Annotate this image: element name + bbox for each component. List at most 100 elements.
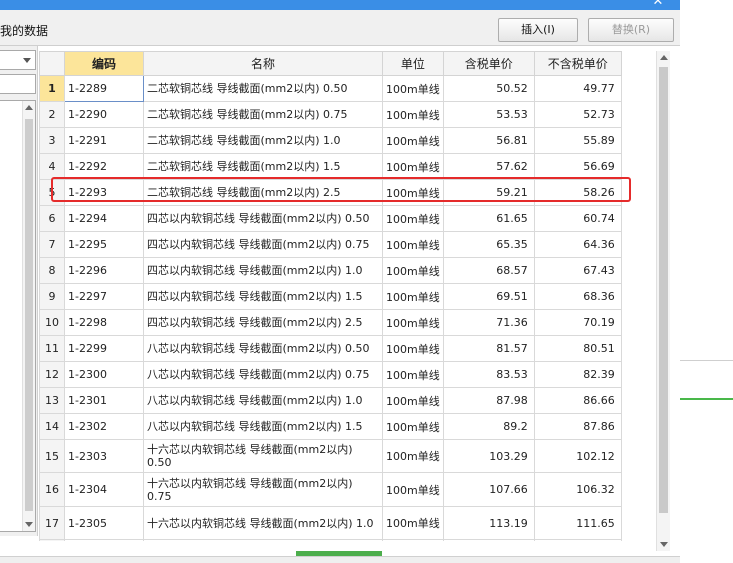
filter-input[interactable] — [0, 74, 36, 94]
table-row[interactable]: 十六芯以内软铜芯线 导线截面(mm2以内) — [39, 539, 622, 541]
notax-price-cell: 86.66 — [533, 387, 622, 414]
header-unit[interactable]: 单位 — [382, 51, 444, 76]
name-cell: 二芯软铜芯线 导线截面(mm2以内) 2.5 — [143, 179, 383, 206]
notax-price-cell: 58.26 — [533, 179, 622, 206]
bottom-bar — [0, 556, 680, 563]
table-row[interactable]: 7 1-2295 四芯以内软铜芯线 导线截面(mm2以内) 0.75 100m单线 65… — [39, 231, 622, 258]
table-row[interactable]: 11 1-2299 八芯以内软铜芯线 导线截面(mm2以内) 0.50 100m单线 8… — [39, 335, 622, 362]
tax-price-cell: 53.53 — [442, 101, 535, 128]
row-number: 15 — [39, 439, 65, 473]
table-row[interactable]: 4 1-2292 二芯软铜芯线 导线截面(mm2以内) 1.5 100m单线 57.62… — [39, 153, 622, 180]
name-cell: 八芯以内软铜芯线 导线截面(mm2以内) 0.75 — [143, 361, 383, 388]
row-number: 3 — [39, 127, 65, 154]
insert-button[interactable]: 插入(I) — [498, 18, 578, 42]
table-row[interactable]: 5 1-2293 二芯软铜芯线 导线截面(mm2以内) 2.5 100m单线 59.21… — [39, 179, 622, 206]
row-number: 7 — [39, 231, 65, 258]
unit-cell: 100m单线 — [382, 439, 444, 473]
left-scrollbar[interactable] — [22, 101, 35, 531]
title-bar — [0, 0, 680, 10]
tax-price-cell: 59.21 — [442, 179, 535, 206]
table-row[interactable]: 8 1-2296 四芯以内软铜芯线 导线截面(mm2以内) 1.0 100m单线 68.… — [39, 257, 622, 284]
notax-price-cell: 87.86 — [533, 413, 622, 440]
code-cell: 1-2293 — [64, 179, 144, 206]
code-cell: 1-2304 — [64, 472, 144, 507]
replace-button[interactable]: 替换(R) — [588, 18, 674, 42]
grid-scrollbar[interactable] — [656, 51, 670, 551]
notax-price-cell: 52.73 — [533, 101, 622, 128]
table-row[interactable]: 12 1-2300 八芯以内软铜芯线 导线截面(mm2以内) 0.75 100m单线 8… — [39, 361, 622, 388]
table-row[interactable]: 16 1-2304 十六芯以内软铜芯线 导线截面(mm2以内) 0.75 100m单线… — [39, 472, 622, 507]
name-cell: 四芯以内软铜芯线 导线截面(mm2以内) 2.5 — [143, 309, 383, 336]
code-cell: 1-2296 — [64, 257, 144, 284]
code-cell: 1-2294 — [64, 205, 144, 232]
scroll-thumb[interactable] — [25, 119, 33, 511]
row-number: 12 — [39, 361, 65, 388]
code-cell: 1-2298 — [64, 309, 144, 336]
scroll-down-icon[interactable] — [660, 542, 668, 547]
name-cell: 四芯以内软铜芯线 导线截面(mm2以内) 0.75 — [143, 231, 383, 258]
category-tree[interactable] — [0, 100, 36, 532]
row-number: 14 — [39, 413, 65, 440]
table-row[interactable]: 2 1-2290 二芯软铜芯线 导线截面(mm2以内) 0.75 100m单线 53.5… — [39, 101, 622, 128]
tax-price-cell: 81.57 — [442, 335, 535, 362]
code-cell: 1-2302 — [64, 413, 144, 440]
unit-cell: 100m单线 — [382, 257, 444, 284]
header-row-number — [39, 51, 65, 76]
row-number: 17 — [39, 506, 65, 540]
scroll-down-icon[interactable] — [25, 522, 33, 527]
background-accent-line — [680, 398, 733, 400]
toolbar-title: 我的数据 — [0, 24, 49, 38]
header-tax-price[interactable]: 含税单价 — [442, 51, 535, 76]
table-row[interactable]: 13 1-2301 八芯以内软铜芯线 导线截面(mm2以内) 1.0 100m单线 87… — [39, 387, 622, 414]
name-cell: 十六芯以内软铜芯线 导线截面(mm2以内) 1.0 — [143, 506, 383, 540]
table-row[interactable]: 6 1-2294 四芯以内软铜芯线 导线截面(mm2以内) 0.50 100m单线 61… — [39, 205, 622, 232]
tax-price-cell: 56.81 — [442, 127, 535, 154]
table-row[interactable]: 14 1-2302 八芯以内软铜芯线 导线截面(mm2以内) 1.5 100m单线 89… — [39, 413, 622, 440]
code-cell — [64, 539, 144, 541]
tax-price-cell: 61.65 — [442, 205, 535, 232]
table-row[interactable]: 15 1-2303 十六芯以内软铜芯线 导线截面(mm2以内) 0.50 100m单线… — [39, 439, 622, 473]
header-notax-price[interactable]: 不含税单价 — [533, 51, 622, 76]
name-cell: 二芯软铜芯线 导线截面(mm2以内) 1.0 — [143, 127, 383, 154]
table-row[interactable]: 9 1-2297 四芯以内软铜芯线 导线截面(mm2以内) 1.5 100m单线 69.… — [39, 283, 622, 310]
table-row[interactable]: 17 1-2305 十六芯以内软铜芯线 导线截面(mm2以内) 1.0 100m单线 1… — [39, 506, 622, 540]
code-cell: 1-2305 — [64, 506, 144, 540]
name-cell: 十六芯以内软铜芯线 导线截面(mm2以内) — [143, 539, 383, 541]
background-divider — [680, 360, 733, 361]
name-cell: 四芯以内软铜芯线 导线截面(mm2以内) 0.50 — [143, 205, 383, 232]
unit-cell: 100m单线 — [382, 101, 444, 128]
notax-price-cell: 67.43 — [533, 257, 622, 284]
table-row[interactable]: 10 1-2298 四芯以内软铜芯线 导线截面(mm2以内) 2.5 100m单线 71… — [39, 309, 622, 336]
name-cell: 二芯软铜芯线 导线截面(mm2以内) 1.5 — [143, 153, 383, 180]
code-cell: 1-2291 — [64, 127, 144, 154]
scroll-up-icon[interactable] — [25, 105, 33, 110]
table-row[interactable]: 3 1-2291 二芯软铜芯线 导线截面(mm2以内) 1.0 100m单线 56.81… — [39, 127, 622, 154]
close-icon[interactable]: ✕ — [648, 0, 668, 10]
tax-price-cell: 113.19 — [442, 506, 535, 540]
name-cell: 八芯以内软铜芯线 导线截面(mm2以内) 1.5 — [143, 413, 383, 440]
tax-price-cell: 50.52 — [442, 75, 535, 102]
header-code[interactable]: 编码 — [64, 51, 144, 76]
unit-cell: 100m单线 — [382, 413, 444, 440]
tax-price-cell: 65.35 — [442, 231, 535, 258]
unit-cell: 100m单线 — [382, 335, 444, 362]
code-cell: 1-2303 — [64, 439, 144, 473]
row-number: 13 — [39, 387, 65, 414]
unit-cell: 100m单线 — [382, 231, 444, 258]
table-row[interactable]: 1 1-2289 二芯软铜芯线 导线截面(mm2以内) 0.50 100m单线 50.5… — [39, 75, 622, 102]
code-cell: 1-2301 — [64, 387, 144, 414]
notax-price-cell: 70.19 — [533, 309, 622, 336]
tax-price-cell: 89.2 — [442, 413, 535, 440]
notax-price-cell: 60.74 — [533, 205, 622, 232]
unit-cell: 100m单线 — [382, 361, 444, 388]
unit-cell: 100m单线 — [382, 205, 444, 232]
price-grid: 编码 名称 单位 含税单价 不含税单价 1 1-2289 二芯软铜芯线 导线截面(m… — [39, 51, 679, 541]
tax-price-cell: 83.53 — [442, 361, 535, 388]
notax-price-cell — [533, 539, 622, 541]
header-name[interactable]: 名称 — [143, 51, 383, 76]
notax-price-cell: 68.36 — [533, 283, 622, 310]
row-number: 4 — [39, 153, 65, 180]
scroll-thumb[interactable] — [659, 67, 668, 513]
scroll-up-icon[interactable] — [660, 55, 668, 60]
category-dropdown[interactable] — [0, 50, 36, 70]
